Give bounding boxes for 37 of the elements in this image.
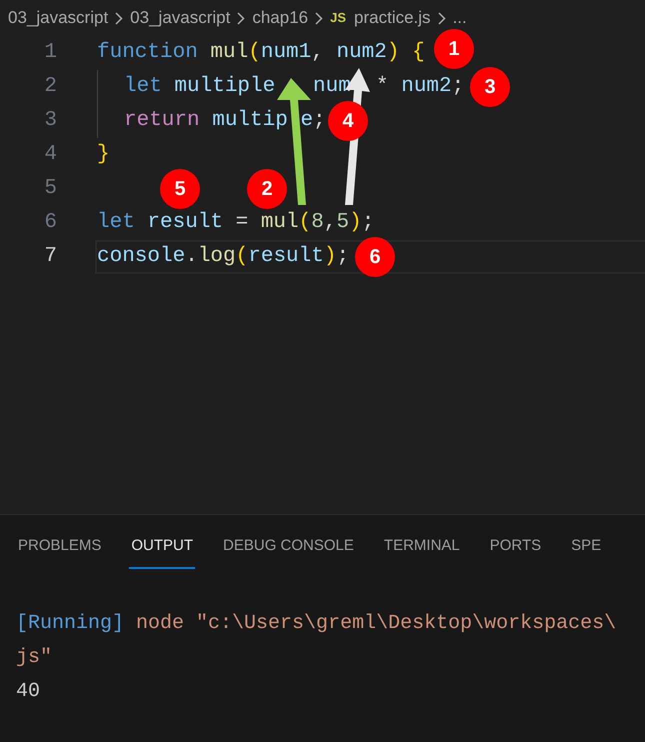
line-number: 6 [43,210,57,236]
panel-tab[interactable]: OUTPUT [129,534,196,569]
code-line: function mul(num1, num2) { [97,40,425,66]
output-line: [Running] node "c:\Users\greml\Desktop\workspaces\ [16,611,618,637]
chevron-icon [315,12,324,24]
output-line: 40 [16,679,42,705]
line-number: 2 [43,74,57,100]
breadcrumb-item[interactable]: 03_javascript [130,5,230,31]
number-marker: 1 [434,29,474,69]
code-line: let result = mul(8,5); [97,210,374,236]
panel-tab[interactable]: PROBLEMS [16,534,104,569]
number-marker: 3 [470,67,510,107]
number-marker: 6 [355,237,395,277]
number-marker: 5 [160,169,200,209]
breadcrumb-item[interactable]: practice.js [354,5,431,31]
number-marker: 4 [328,101,368,141]
code-line: console.log(result); [97,244,350,270]
line-number: 3 [43,108,57,134]
chevron-icon [438,12,446,24]
js-file-icon: JS [330,8,346,28]
panel-tab[interactable]: DEBUG CONSOLE [221,534,356,569]
chevron-icon [115,12,124,24]
breadcrumb-item[interactable]: ... [452,5,467,31]
line-number: 4 [43,142,57,168]
number-marker: 2 [247,169,287,209]
panel-tab[interactable]: TERMINAL [382,534,462,569]
panel-tab[interactable]: SPE [569,534,604,569]
line-number: 5 [43,176,57,202]
code-line: } [97,142,110,168]
breadcrumb-item[interactable]: chap16 [252,5,308,31]
code-line: return multip e; [124,108,326,134]
output-line: js" [16,645,54,671]
chevron-icon [237,12,246,24]
line-number: 7 [43,244,57,270]
line-number: 1 [43,40,57,66]
breadcrumb-item[interactable]: 03_javascript [8,5,108,31]
panel-tab[interactable]: PORTS [488,534,544,569]
